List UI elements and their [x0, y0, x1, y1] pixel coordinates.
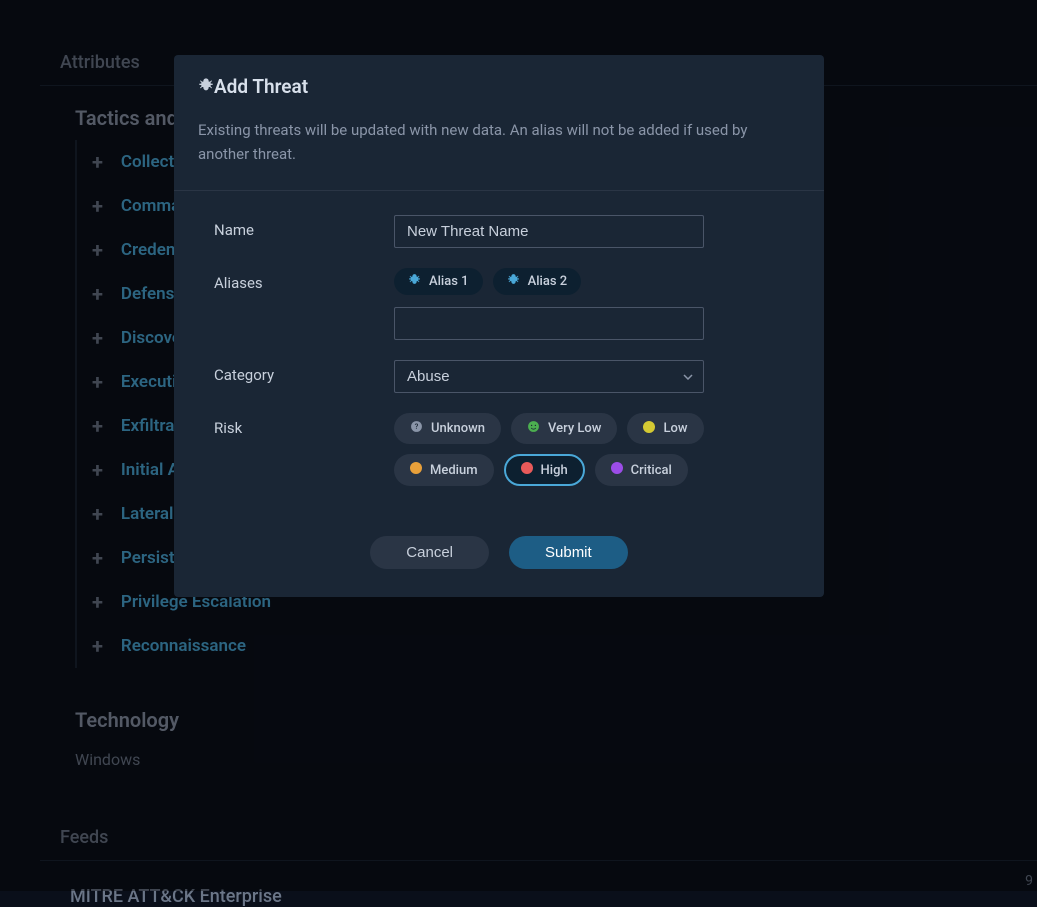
alias-chip-label: Alias 1 [429, 274, 469, 289]
risk-chip-label: Unknown [431, 421, 485, 436]
risk-chip-critical[interactable]: Critical [595, 454, 688, 486]
category-select[interactable]: Abuse [394, 360, 704, 393]
risk-chip-icon [410, 462, 422, 478]
name-label: Name [214, 215, 394, 248]
add-threat-modal: Add Threat Existing threats will be upda… [174, 55, 824, 597]
svg-text:?: ? [415, 422, 419, 431]
modal-subtext: Existing threats will be updated with ne… [174, 118, 824, 191]
risk-chip-icon [611, 462, 623, 478]
risk-chip-icon [527, 420, 540, 437]
risk-label: Risk [214, 413, 394, 486]
risk-chip-icon [521, 462, 533, 478]
bug-icon [198, 75, 214, 98]
risk-chip-medium[interactable]: Medium [394, 454, 494, 486]
modal-header: Add Threat [174, 55, 824, 118]
form-row-category: Category Abuse [214, 360, 784, 393]
form-row-aliases: Aliases Alias 1 Alias 2 [214, 268, 784, 340]
alias-input[interactable] [394, 307, 704, 340]
risk-chip-icon [643, 421, 655, 437]
risk-chip-icon: ? [410, 420, 423, 437]
alias-chip[interactable]: Alias 1 [394, 268, 483, 295]
modal-title: Add Threat [214, 75, 308, 98]
submit-button[interactable]: Submit [509, 536, 628, 569]
risk-chips: ? Unknown Very Low Low Medium High Critical [394, 413, 734, 486]
risk-chip-label: Very Low [548, 421, 601, 436]
risk-chip-label: High [541, 463, 568, 478]
risk-chip-label: Critical [631, 463, 672, 478]
alias-chip[interactable]: Alias 2 [493, 268, 582, 295]
bug-icon [507, 273, 520, 290]
alias-chip-label: Alias 2 [528, 274, 568, 289]
form-row-name: Name [214, 215, 784, 248]
aliases-label: Aliases [214, 268, 394, 340]
risk-chip-label: Medium [430, 463, 478, 478]
category-label: Category [214, 360, 394, 393]
bug-icon [408, 273, 421, 290]
risk-chip-very-low[interactable]: Very Low [511, 413, 617, 444]
name-input[interactable] [394, 215, 704, 248]
modal-footer: Cancel Submit [174, 516, 824, 597]
risk-chip-label: Low [663, 421, 687, 436]
cancel-button[interactable]: Cancel [370, 536, 489, 569]
alias-chips: Alias 1 Alias 2 [394, 268, 784, 295]
risk-chip-unknown[interactable]: ? Unknown [394, 413, 501, 444]
form-row-risk: Risk ? Unknown Very Low Low Medium High Critic… [214, 413, 784, 486]
risk-chip-high[interactable]: High [504, 454, 585, 486]
modal-body: Name Aliases Alias 1 Alias 2 [174, 191, 824, 516]
risk-chip-low[interactable]: Low [627, 413, 703, 444]
